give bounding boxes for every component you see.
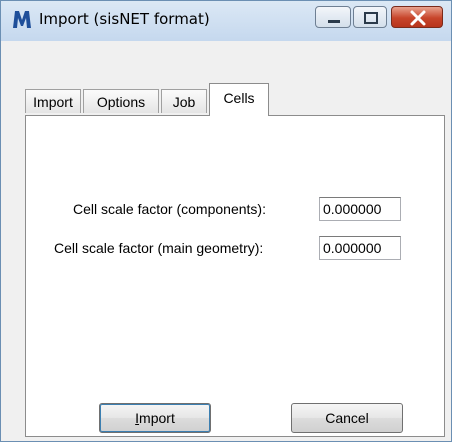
- maximize-icon: [364, 12, 378, 24]
- maximize-button[interactable]: [353, 6, 387, 28]
- cancel-button[interactable]: Cancel: [291, 403, 403, 433]
- title-bar[interactable]: Import (sisNET format): [1, 1, 451, 41]
- cells-tab-panel: Cell scale factor (components): 0.000000…: [25, 115, 445, 437]
- close-icon: [410, 10, 426, 26]
- cell-scale-components-input[interactable]: 0.000000: [319, 197, 401, 221]
- cell-scale-components-label: Cell scale factor (components):: [73, 201, 266, 217]
- cell-scale-main-geometry-label: Cell scale factor (main geometry):: [54, 240, 264, 256]
- tab-cells[interactable]: Cells: [209, 83, 269, 116]
- tab-import[interactable]: Import: [25, 89, 81, 113]
- tab-job[interactable]: Job: [161, 89, 207, 113]
- minimize-icon: [328, 20, 340, 23]
- import-dialog-window: Import (sisNET format) Import Options Jo…: [0, 0, 452, 442]
- import-button-label: mport: [139, 410, 175, 426]
- import-button[interactable]: Import: [99, 403, 211, 433]
- cell-scale-main-geometry-input[interactable]: 0.000000: [319, 236, 401, 260]
- window-title: Import (sisNET format): [39, 10, 210, 28]
- dialog-client-area: Import Options Job Cells Cell scale fact…: [9, 41, 445, 437]
- minimize-button[interactable]: [315, 6, 351, 28]
- tab-options[interactable]: Options: [83, 89, 159, 113]
- microstation-icon: [11, 8, 33, 30]
- close-button[interactable]: [391, 6, 443, 28]
